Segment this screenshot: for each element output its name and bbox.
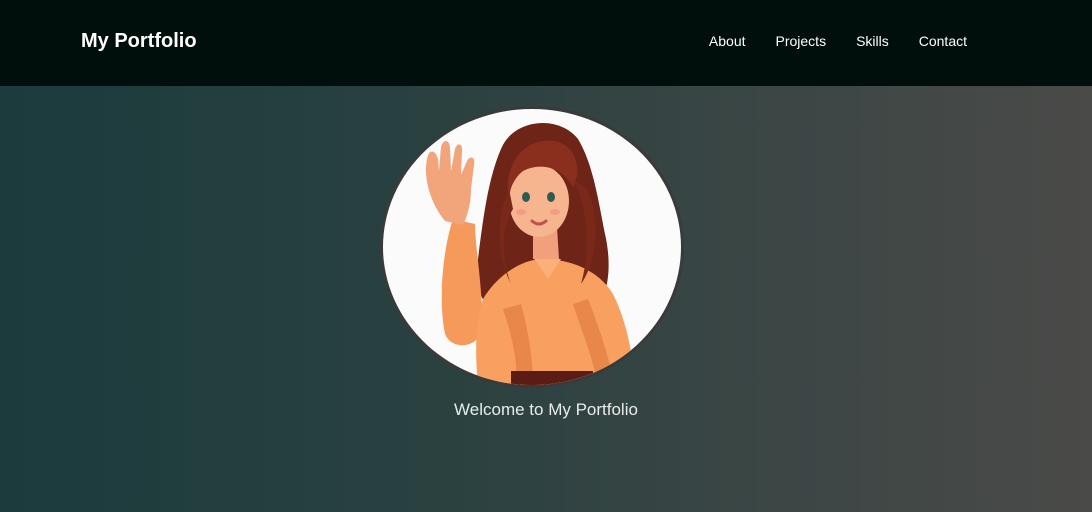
nav-link-projects[interactable]: Projects	[776, 33, 827, 50]
brand-logo[interactable]: My Portfolio	[81, 29, 197, 53]
nav-links: About Projects Skills Contact	[709, 33, 967, 50]
nav-link-contact[interactable]: Contact	[919, 33, 967, 50]
nav-link-about[interactable]: About	[709, 33, 746, 50]
welcome-text: Welcome to My Portfolio	[454, 400, 638, 419]
navbar: My Portfolio About Projects Skills Conta…	[0, 0, 1092, 86]
nav-link-skills[interactable]: Skills	[856, 33, 889, 50]
waving-woman-illustration	[425, 122, 635, 385]
profile-avatar	[380, 106, 684, 388]
hero-section: Welcome to My Portfolio	[0, 86, 1092, 512]
